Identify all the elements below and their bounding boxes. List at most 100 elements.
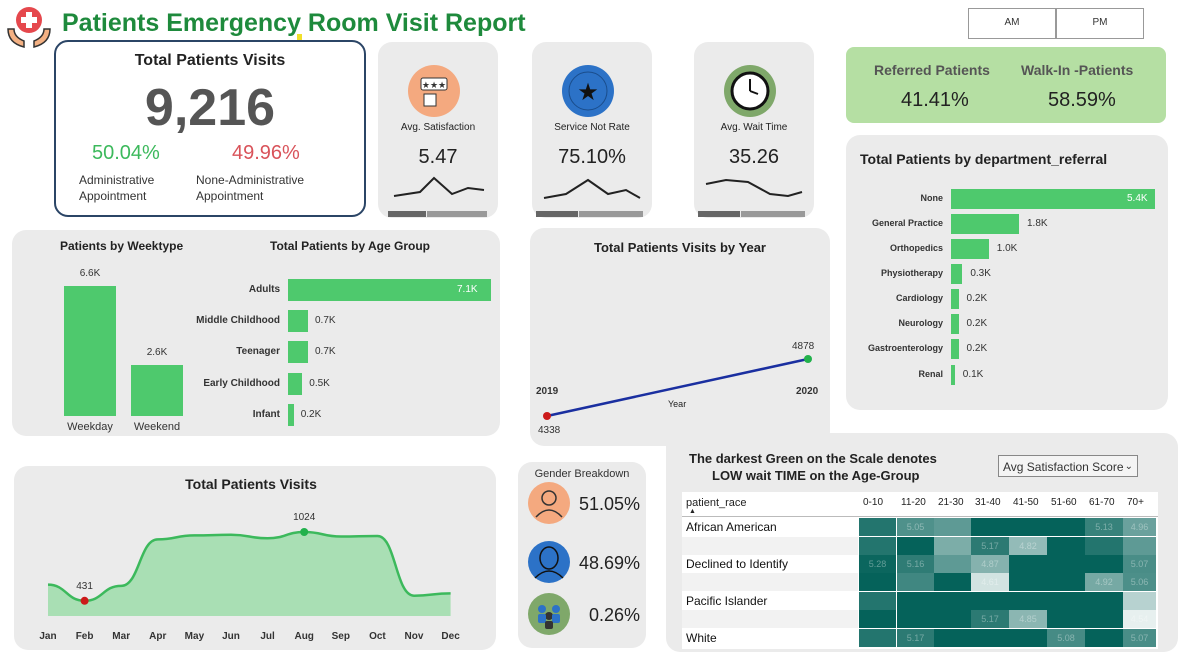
heatmap-cell [1047, 592, 1085, 610]
heatmap-cell [897, 592, 934, 610]
nonadmin-pct: 49.96% [232, 142, 300, 164]
x-tick-label: Weekday [67, 421, 113, 433]
category-label: Cardiology [895, 293, 943, 303]
kpi-progress-right [579, 211, 643, 217]
kpi-label: Avg. Wait Time [720, 122, 788, 133]
kpi-card-satisfaction: ★★★ Avg. Satisfaction 5.47 [378, 42, 498, 218]
gender-title: Gender Breakdown [534, 468, 630, 480]
referral-card: Referred Patients 41.41% Walk-In -Patien… [846, 47, 1166, 123]
heatmap-cell [1085, 629, 1123, 647]
kpi-progress-right [427, 211, 487, 217]
bar-data-label: 0.2K [966, 318, 988, 329]
weektype-title: Patients by Weektype [60, 239, 184, 253]
heatmap-cell [1047, 555, 1085, 573]
category-label: Teenager [236, 346, 280, 357]
category-label: Orthopedics [889, 243, 943, 253]
min-point [543, 412, 551, 420]
pm-filter-button[interactable]: PM [1056, 8, 1144, 39]
row-stripe [682, 610, 858, 628]
bar-data-label: 0.2K [300, 409, 322, 420]
gender-value: 48.69% [579, 553, 641, 573]
total-visits-value: 9,216 [144, 79, 276, 137]
gender-value: 0.26% [589, 605, 641, 625]
kpi-value: 35.26 [728, 146, 780, 168]
bar-data-label: 7.1K [457, 284, 478, 295]
point-data-label: 1024 [293, 512, 316, 523]
male-avatar-icon [527, 481, 571, 525]
heatmap-cell: 5.28 [859, 555, 896, 573]
kpi-value: 5.47 [418, 146, 458, 168]
heatmap-cell [1123, 537, 1156, 555]
area-fill [48, 532, 451, 616]
bar-data-label: 0.5K [309, 378, 330, 389]
row-label: Pacific Islander [686, 594, 768, 608]
x-tick-label: Sep [332, 631, 350, 642]
department-bar [951, 314, 959, 334]
x-tick-label: Apr [149, 631, 166, 642]
bar-data-label: 0.1K [962, 369, 984, 380]
walkin-label: Walk-In -Patients [1021, 62, 1134, 78]
total-visits-title: Total Patients Visits [134, 52, 286, 69]
heatmap-cell [1085, 610, 1123, 628]
row-stripe [682, 537, 858, 555]
point-data-label: 4338 [538, 425, 561, 436]
heatmap-cell [934, 555, 971, 573]
page-title: Patients Emergency Room Visit Report [62, 9, 526, 37]
admin-label: Administrative Appointment [79, 173, 155, 203]
kpi-card-wait-time: Avg. Wait Time 35.26 [694, 42, 814, 218]
year-line-chart: 4338 4878 2019 2020 [536, 341, 819, 436]
heatmap-cell: 4.96 [1123, 518, 1156, 536]
bar-data-label: 0.2K [966, 293, 988, 304]
star-badge-icon: ★ [561, 64, 615, 118]
heatmap-cell [1123, 592, 1156, 610]
x-tick-label: Aug [294, 631, 313, 642]
heatmap-cell [1047, 610, 1085, 628]
x-tick-label: Jul [260, 631, 275, 642]
kpi-sparkline [393, 176, 485, 197]
x-tick-label: Nov [405, 631, 424, 642]
heatmap-title-2: LOW wait TIME on the Age-Group [712, 468, 920, 483]
heatmap-header-divider [682, 516, 1158, 517]
heatmap-cell [897, 537, 934, 555]
heatmap-cell [1085, 555, 1123, 573]
point-data-label: 4878 [792, 341, 815, 352]
logo-icon [4, 3, 54, 51]
heatmap-cell: 4.85 [1009, 610, 1047, 628]
category-label: Neurology [898, 318, 943, 328]
heatmap-cell [1047, 537, 1085, 555]
max-point [300, 528, 309, 536]
heatmap-cell [971, 518, 1009, 536]
heatmap-cell [1047, 573, 1085, 591]
age-group-bar [288, 404, 294, 426]
chevron-down-icon: ⌄ [1124, 461, 1133, 472]
am-filter-button[interactable]: AM [968, 8, 1056, 39]
kpi-progress-left [698, 211, 740, 217]
bar-data-label: 1.0K [996, 243, 1018, 254]
heatmap-cell [859, 573, 896, 591]
kpi-progress-left [536, 211, 578, 217]
category-label: Middle Childhood [196, 315, 280, 326]
category-label: Early Childhood [203, 378, 280, 389]
heatmap-cell: 5.13 [1085, 518, 1123, 536]
heatmap-cell: 4.92 [1085, 573, 1123, 591]
measure-dropdown-value: Avg Satisfaction Score [1003, 460, 1124, 474]
category-label: Renal [918, 369, 943, 379]
column-header: 61-70 [1089, 497, 1115, 508]
heatmap-cell: 5.05 [897, 518, 934, 536]
category-label: Gastroenterology [867, 343, 943, 353]
heatmap-cell [859, 629, 896, 647]
kpi-sparkline [543, 178, 641, 199]
agegroup-title: Total Patients by Age Group [270, 239, 431, 253]
bar-data-label: 0.7K [315, 346, 336, 357]
column-header: 41-50 [1013, 497, 1039, 508]
kpi-sparkline [705, 178, 803, 198]
kpi-progress-right [741, 211, 805, 217]
heatmap-cell: 5.17 [971, 537, 1009, 555]
row-label: African American [686, 520, 777, 534]
department-bar [951, 365, 955, 385]
x-tick-label: Jun [222, 631, 240, 642]
max-point [804, 355, 812, 363]
point-data-label: 431 [76, 581, 93, 592]
measure-dropdown[interactable]: Avg Satisfaction Score ⌄ [998, 455, 1138, 477]
bar-data-label: 1.8K [1027, 218, 1048, 229]
